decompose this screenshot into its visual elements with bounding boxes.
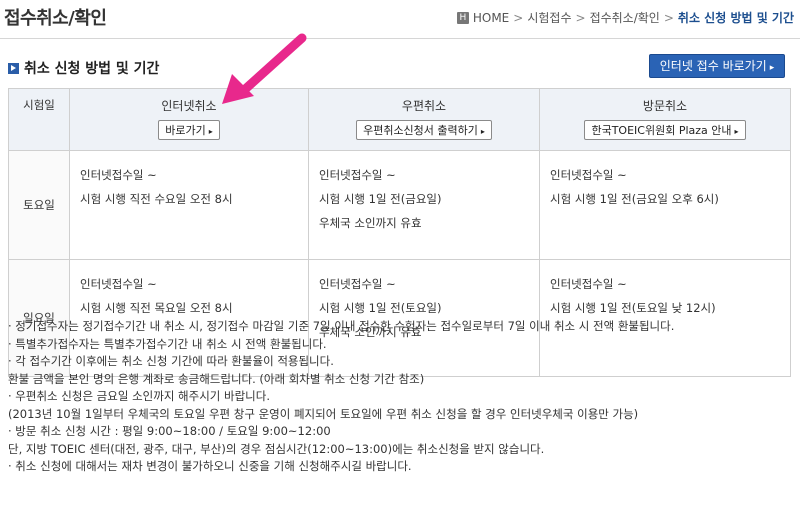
table-row-saturday: 토요일 인터넷접수일 ~ 시험 시행 직전 수요일 오전 8시 인터넷접수일 ~… bbox=[8, 150, 791, 260]
internet-cancel-go-label: 바로가기 bbox=[165, 124, 206, 137]
note-item: 환불 금액을 본인 명의 은행 계좌로 송금해드립니다. (아래 회차별 취소 … bbox=[8, 371, 425, 386]
print-mail-cancel-form-label: 우편취소신청서 출력하기 bbox=[363, 124, 478, 137]
cell-line: 시험 시행 1일 전(금요일 오후 6시) bbox=[550, 192, 719, 206]
bullet-arrow-icon bbox=[8, 62, 19, 74]
day-column-header: 시험일 bbox=[8, 88, 70, 151]
section-heading: 취소 신청 방법 및 기간 bbox=[8, 58, 159, 78]
toeic-plaza-info-label: 한국TOEIC위원회 Plaza 안내 bbox=[591, 124, 732, 137]
mail-cancel-cell: 인터넷접수일 ~ 시험 시행 1일 전(금요일) 우체국 소인까지 유효 bbox=[308, 150, 540, 260]
col-mail-cancel: 우편취소 우편취소신청서 출력하기 ▸ bbox=[308, 88, 540, 151]
header-divider bbox=[0, 38, 800, 39]
breadcrumb-separator: > bbox=[575, 10, 586, 25]
note-item: 단, 지방 TOEIC 센터(대전, 광주, 대구, 부산)의 경우 점심시간(… bbox=[8, 441, 545, 456]
breadcrumb-cancel-check[interactable]: 접수취소/확인 bbox=[590, 9, 660, 26]
page-title: 접수취소/확인 bbox=[4, 8, 107, 29]
note-item: · 우편취소 신청은 금요일 소인까지 해주시기 바랍니다. bbox=[8, 389, 271, 403]
toeic-plaza-info-button[interactable]: 한국TOEIC위원회 Plaza 안내 ▸ bbox=[584, 120, 746, 140]
note-item: · 취소 신청에 대해서는 재차 변경이 불가하오니 신중을 기해 신청해주시길… bbox=[8, 459, 412, 473]
cell-line: 인터넷접수일 ~ bbox=[550, 168, 627, 182]
pink-annotation-arrow-icon bbox=[222, 33, 307, 104]
col-visit-cancel-title: 방문취소 bbox=[642, 99, 688, 113]
cell-line: 인터넷접수일 ~ bbox=[80, 168, 157, 182]
chevron-right-icon: ▸ bbox=[480, 127, 485, 136]
note-item: · 특별추가접수자는 특별추가접수기간 내 취소 시 전액 환불됩니다. bbox=[8, 336, 327, 351]
breadcrumb-exam-apply[interactable]: 시험접수 bbox=[527, 9, 571, 26]
note-item: · 정기접수자는 정기접수기간 내 취소 시, 정기접수 마감일 기준 7일 이… bbox=[8, 319, 675, 333]
breadcrumb-current: 취소 신청 방법 및 기간 bbox=[677, 11, 794, 25]
notes-list: · 정기접수자는 정기접수기간 내 취소 시, 정기접수 마감일 기준 7일 이… bbox=[8, 318, 796, 476]
breadcrumb-separator: > bbox=[513, 10, 524, 25]
chevron-right-icon: ▸ bbox=[734, 127, 739, 136]
cell-line: 시험 시행 1일 전(금요일) bbox=[319, 192, 442, 206]
internet-apply-shortcut-label: 인터넷 접수 바로가기 bbox=[659, 59, 767, 73]
cell-line: 인터넷접수일 ~ bbox=[319, 277, 396, 291]
table-header-row: 시험일 인터넷취소 바로가기 ▸ 우편취소 우편취소신청서 출력하기 ▸ 방문취소 … bbox=[8, 88, 791, 151]
chevron-right-icon: ▸ bbox=[208, 127, 213, 136]
home-icon: H bbox=[456, 11, 469, 24]
breadcrumb-home[interactable]: HOME bbox=[473, 11, 509, 25]
internet-cancel-cell: 인터넷접수일 ~ 시험 시행 직전 수요일 오전 8시 bbox=[69, 150, 309, 260]
cell-line: 시험 시행 직전 목요일 오전 8시 bbox=[80, 301, 233, 315]
cell-line: 인터넷접수일 ~ bbox=[550, 277, 627, 291]
note-item: · 각 접수기간 이후에는 취소 신청 기간에 따라 환불율이 적용됩니다. bbox=[8, 354, 334, 368]
cell-line: 인터넷접수일 ~ bbox=[319, 168, 396, 182]
day-cell: 토요일 bbox=[8, 150, 70, 260]
breadcrumb: H HOME > 시험접수 > 접수취소/확인 > 취소 신청 방법 및 기간 bbox=[456, 9, 794, 26]
breadcrumb-separator: > bbox=[663, 10, 674, 25]
section-title: 취소 신청 방법 및 기간 bbox=[24, 61, 160, 77]
internet-apply-shortcut-button[interactable]: 인터넷 접수 바로가기 ▸ bbox=[649, 54, 785, 78]
cell-line: 인터넷접수일 ~ bbox=[80, 277, 157, 291]
col-mail-cancel-title: 우편취소 bbox=[401, 99, 447, 113]
note-item: · 방문 취소 신청 시간 : 평일 9:00~18:00 / 토요일 9:00… bbox=[8, 424, 331, 438]
internet-cancel-go-button[interactable]: 바로가기 ▸ bbox=[158, 120, 220, 140]
print-mail-cancel-form-button[interactable]: 우편취소신청서 출력하기 ▸ bbox=[356, 120, 492, 140]
col-visit-cancel: 방문취소 한국TOEIC위원회 Plaza 안내 ▸ bbox=[539, 88, 791, 151]
cell-line: 시험 시행 직전 수요일 오전 8시 bbox=[80, 192, 233, 206]
visit-cancel-cell: 인터넷접수일 ~ 시험 시행 1일 전(금요일 오후 6시) bbox=[539, 150, 791, 260]
cell-line: 시험 시행 1일 전(토요일 낮 12시) bbox=[550, 301, 716, 315]
cell-line: 시험 시행 1일 전(토요일) bbox=[319, 301, 442, 315]
page-header: 접수취소/확인 H HOME > 시험접수 > 접수취소/확인 > 취소 신청 … bbox=[0, 0, 800, 38]
chevron-right-icon: ▸ bbox=[769, 63, 775, 73]
cell-line: 우체국 소인까지 유효 bbox=[319, 216, 422, 230]
note-item: (2013년 10월 1일부터 우체국의 토요일 우편 창구 운영이 폐지되어 … bbox=[8, 406, 639, 421]
